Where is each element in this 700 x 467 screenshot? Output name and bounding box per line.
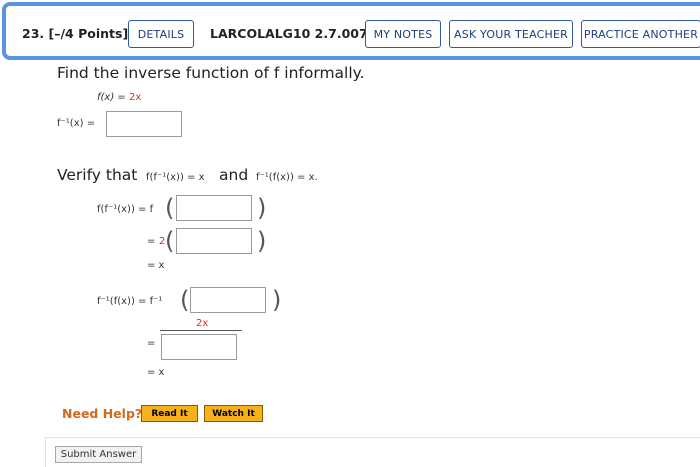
v1-line2-input[interactable] (176, 228, 252, 254)
v2-numerator: 2x (196, 318, 209, 329)
watch-it-label: Watch It (212, 408, 255, 419)
v1-line2-close-paren: ) (257, 227, 267, 255)
v2-line1-close-paren: ) (272, 286, 282, 314)
submit-answer-button[interactable]: Submit Answer (55, 446, 142, 463)
v2-line1-open-paren: ( (180, 286, 190, 314)
v2-line3: = x (147, 367, 165, 378)
v2-line2-eq: = (147, 338, 156, 349)
need-help-label: Need Help? (62, 406, 143, 421)
v1-line1-input[interactable] (176, 195, 252, 221)
read-it-button[interactable]: Read It (141, 405, 198, 422)
inverse-label: f⁻¹(x) = (57, 118, 96, 129)
v1-line2-lhs: = (147, 236, 156, 247)
verify-intro: Verify that (57, 166, 138, 184)
verify-and: and (219, 166, 249, 184)
verify-equation-2: f⁻¹(f(x)) = x. (256, 172, 318, 183)
v2-line1-input[interactable] (190, 287, 266, 313)
v1-line2-open-paren: ( (165, 227, 175, 255)
v1-line1-lhs: f(f⁻¹(x)) = f (97, 204, 154, 215)
function-definition: f(x) = 2x (97, 92, 141, 103)
read-it-label: Read It (151, 408, 188, 419)
fx-lhs: f(x) = (97, 92, 129, 103)
v2-fraction-bar (160, 330, 242, 331)
v2-line1-lhs: f⁻¹(f(x)) = f⁻¹ (97, 296, 163, 307)
v1-line3: = x (147, 260, 165, 271)
question-content: Find the inverse function of f informall… (0, 0, 700, 467)
inverse-function-input[interactable] (106, 111, 182, 137)
v1-line1-open-paren: ( (165, 194, 175, 222)
footer-left-divider (45, 437, 46, 467)
v2-denominator-input[interactable] (161, 334, 237, 360)
verify-equation-1: f(f⁻¹(x)) = x (146, 172, 205, 183)
footer-divider (45, 437, 700, 438)
v1-line1-close-paren: ) (257, 194, 267, 222)
watch-it-button[interactable]: Watch It (204, 405, 263, 422)
fx-rhs: 2x (128, 92, 142, 103)
instruction-text: Find the inverse function of f informall… (57, 64, 365, 82)
